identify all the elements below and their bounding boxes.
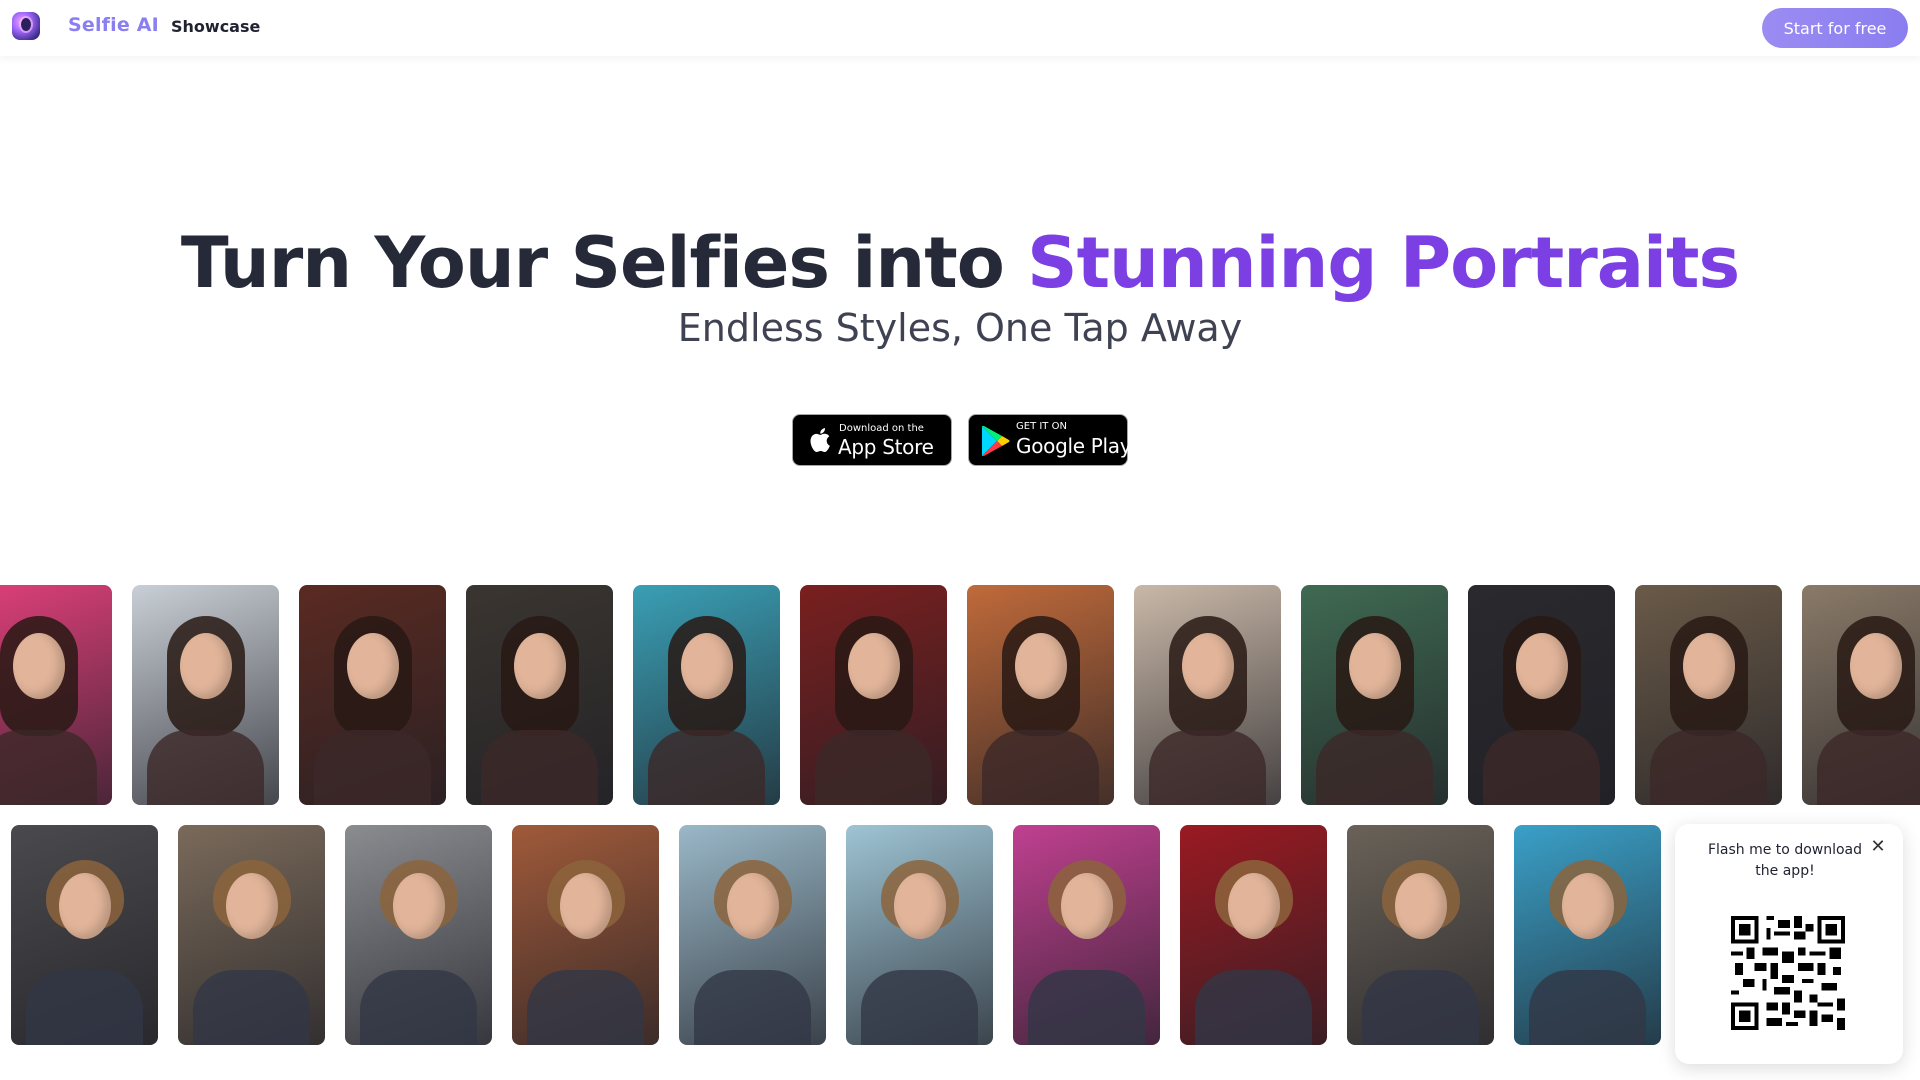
- hero-subheadline: Endless Styles, One Tap Away: [677, 306, 1243, 350]
- portrait-card[interactable]: [466, 585, 613, 805]
- portrait-body: [1027, 970, 1146, 1045]
- qr-code-icon: [1731, 916, 1845, 1030]
- portrait-face: [1515, 633, 1568, 700]
- app-store-big-text: App Store: [838, 435, 934, 459]
- portrait-body: [1194, 970, 1313, 1045]
- portrait-face: [1561, 873, 1614, 940]
- portrait-card[interactable]: [1802, 585, 1920, 805]
- start-for-free-button[interactable]: Start for free: [1762, 8, 1908, 48]
- portrait-card[interactable]: [0, 585, 112, 805]
- portrait-card[interactable]: [679, 825, 826, 1045]
- portrait-body: [1528, 970, 1647, 1045]
- headline-accent-text: Stunning Portraits: [1027, 222, 1740, 304]
- portrait-face: [893, 873, 946, 940]
- portrait-face: [1014, 633, 1067, 700]
- portrait-card[interactable]: [345, 825, 492, 1045]
- google-play-small-text: GET IT ON: [1016, 421, 1067, 432]
- portrait-body: [814, 730, 933, 805]
- portrait-body: [313, 730, 432, 805]
- portrait-body: [1482, 730, 1601, 805]
- portrait-card[interactable]: [1468, 585, 1615, 805]
- portrait-face: [346, 633, 399, 700]
- app-store-small-text: Download on the: [839, 423, 924, 434]
- gallery-row-women: [0, 585, 1920, 805]
- portrait-face: [559, 873, 612, 940]
- portrait-card[interactable]: [1134, 585, 1281, 805]
- portrait-card[interactable]: [1347, 825, 1494, 1045]
- portrait-body: [480, 730, 599, 805]
- portrait-body: [1816, 730, 1920, 805]
- portrait-face: [847, 633, 900, 700]
- portrait-body: [192, 970, 311, 1045]
- app-store-button[interactable]: Download on the App Store: [792, 414, 952, 466]
- portrait-face: [1348, 633, 1401, 700]
- portrait-card[interactable]: [1013, 825, 1160, 1045]
- google-play-icon: [982, 426, 1010, 456]
- portrait-body: [1148, 730, 1267, 805]
- portrait-card[interactable]: [967, 585, 1114, 805]
- portrait-face: [12, 633, 65, 700]
- portrait-body: [146, 730, 265, 805]
- portrait-face: [1181, 633, 1234, 700]
- portrait-body: [526, 970, 645, 1045]
- portrait-face: [726, 873, 779, 940]
- portrait-card[interactable]: [512, 825, 659, 1045]
- headline-main-text: Turn Your Selfies into: [180, 222, 1028, 304]
- portrait-card[interactable]: [633, 585, 780, 805]
- google-play-big-text: Google Play: [1016, 434, 1132, 458]
- portrait-body: [693, 970, 812, 1045]
- site-header: Selfie AI Showcase Start for free: [0, 0, 1920, 56]
- selfie-ai-logo-icon[interactable]: [12, 12, 40, 40]
- portrait-body: [1649, 730, 1768, 805]
- portrait-body: [359, 970, 478, 1045]
- portrait-face: [392, 873, 445, 940]
- portrait-face: [1394, 873, 1447, 940]
- portrait-face: [58, 873, 111, 940]
- portrait-card[interactable]: [1635, 585, 1782, 805]
- portrait-face: [1227, 873, 1280, 940]
- portrait-face: [513, 633, 566, 700]
- portrait-face: [680, 633, 733, 700]
- portrait-card[interactable]: [800, 585, 947, 805]
- portrait-body: [0, 730, 98, 805]
- portrait-body: [647, 730, 766, 805]
- portrait-face: [1060, 873, 1113, 940]
- google-play-button[interactable]: GET IT ON Google Play: [968, 414, 1132, 466]
- download-popup: Flash me to download the app! ✕: [1675, 824, 1903, 1064]
- gallery-row-men: [0, 825, 1920, 1045]
- portrait-body: [1315, 730, 1434, 805]
- portrait-card[interactable]: [1514, 825, 1661, 1045]
- portrait-card[interactable]: [846, 825, 993, 1045]
- brand-name[interactable]: Selfie AI: [68, 14, 159, 36]
- portrait-card[interactable]: [1180, 825, 1327, 1045]
- portrait-body: [860, 970, 979, 1045]
- portrait-card[interactable]: [178, 825, 325, 1045]
- portrait-card[interactable]: [299, 585, 446, 805]
- apple-icon: [810, 428, 830, 453]
- portrait-face: [225, 873, 278, 940]
- portrait-card[interactable]: [11, 825, 158, 1045]
- portrait-face: [1682, 633, 1735, 700]
- portrait-card[interactable]: [132, 585, 279, 805]
- popup-text: Flash me to download the app!: [1707, 842, 1863, 879]
- portrait-card[interactable]: [1301, 585, 1448, 805]
- hero-headline: Turn Your Selfies into Stunning Portrait…: [0, 222, 1920, 304]
- nav-showcase-link[interactable]: Showcase: [171, 17, 260, 36]
- portrait-face: [1849, 633, 1902, 700]
- portrait-body: [25, 970, 144, 1045]
- portrait-face: [179, 633, 232, 700]
- portrait-body: [981, 730, 1100, 805]
- close-icon[interactable]: ✕: [1869, 838, 1887, 856]
- portrait-body: [1361, 970, 1480, 1045]
